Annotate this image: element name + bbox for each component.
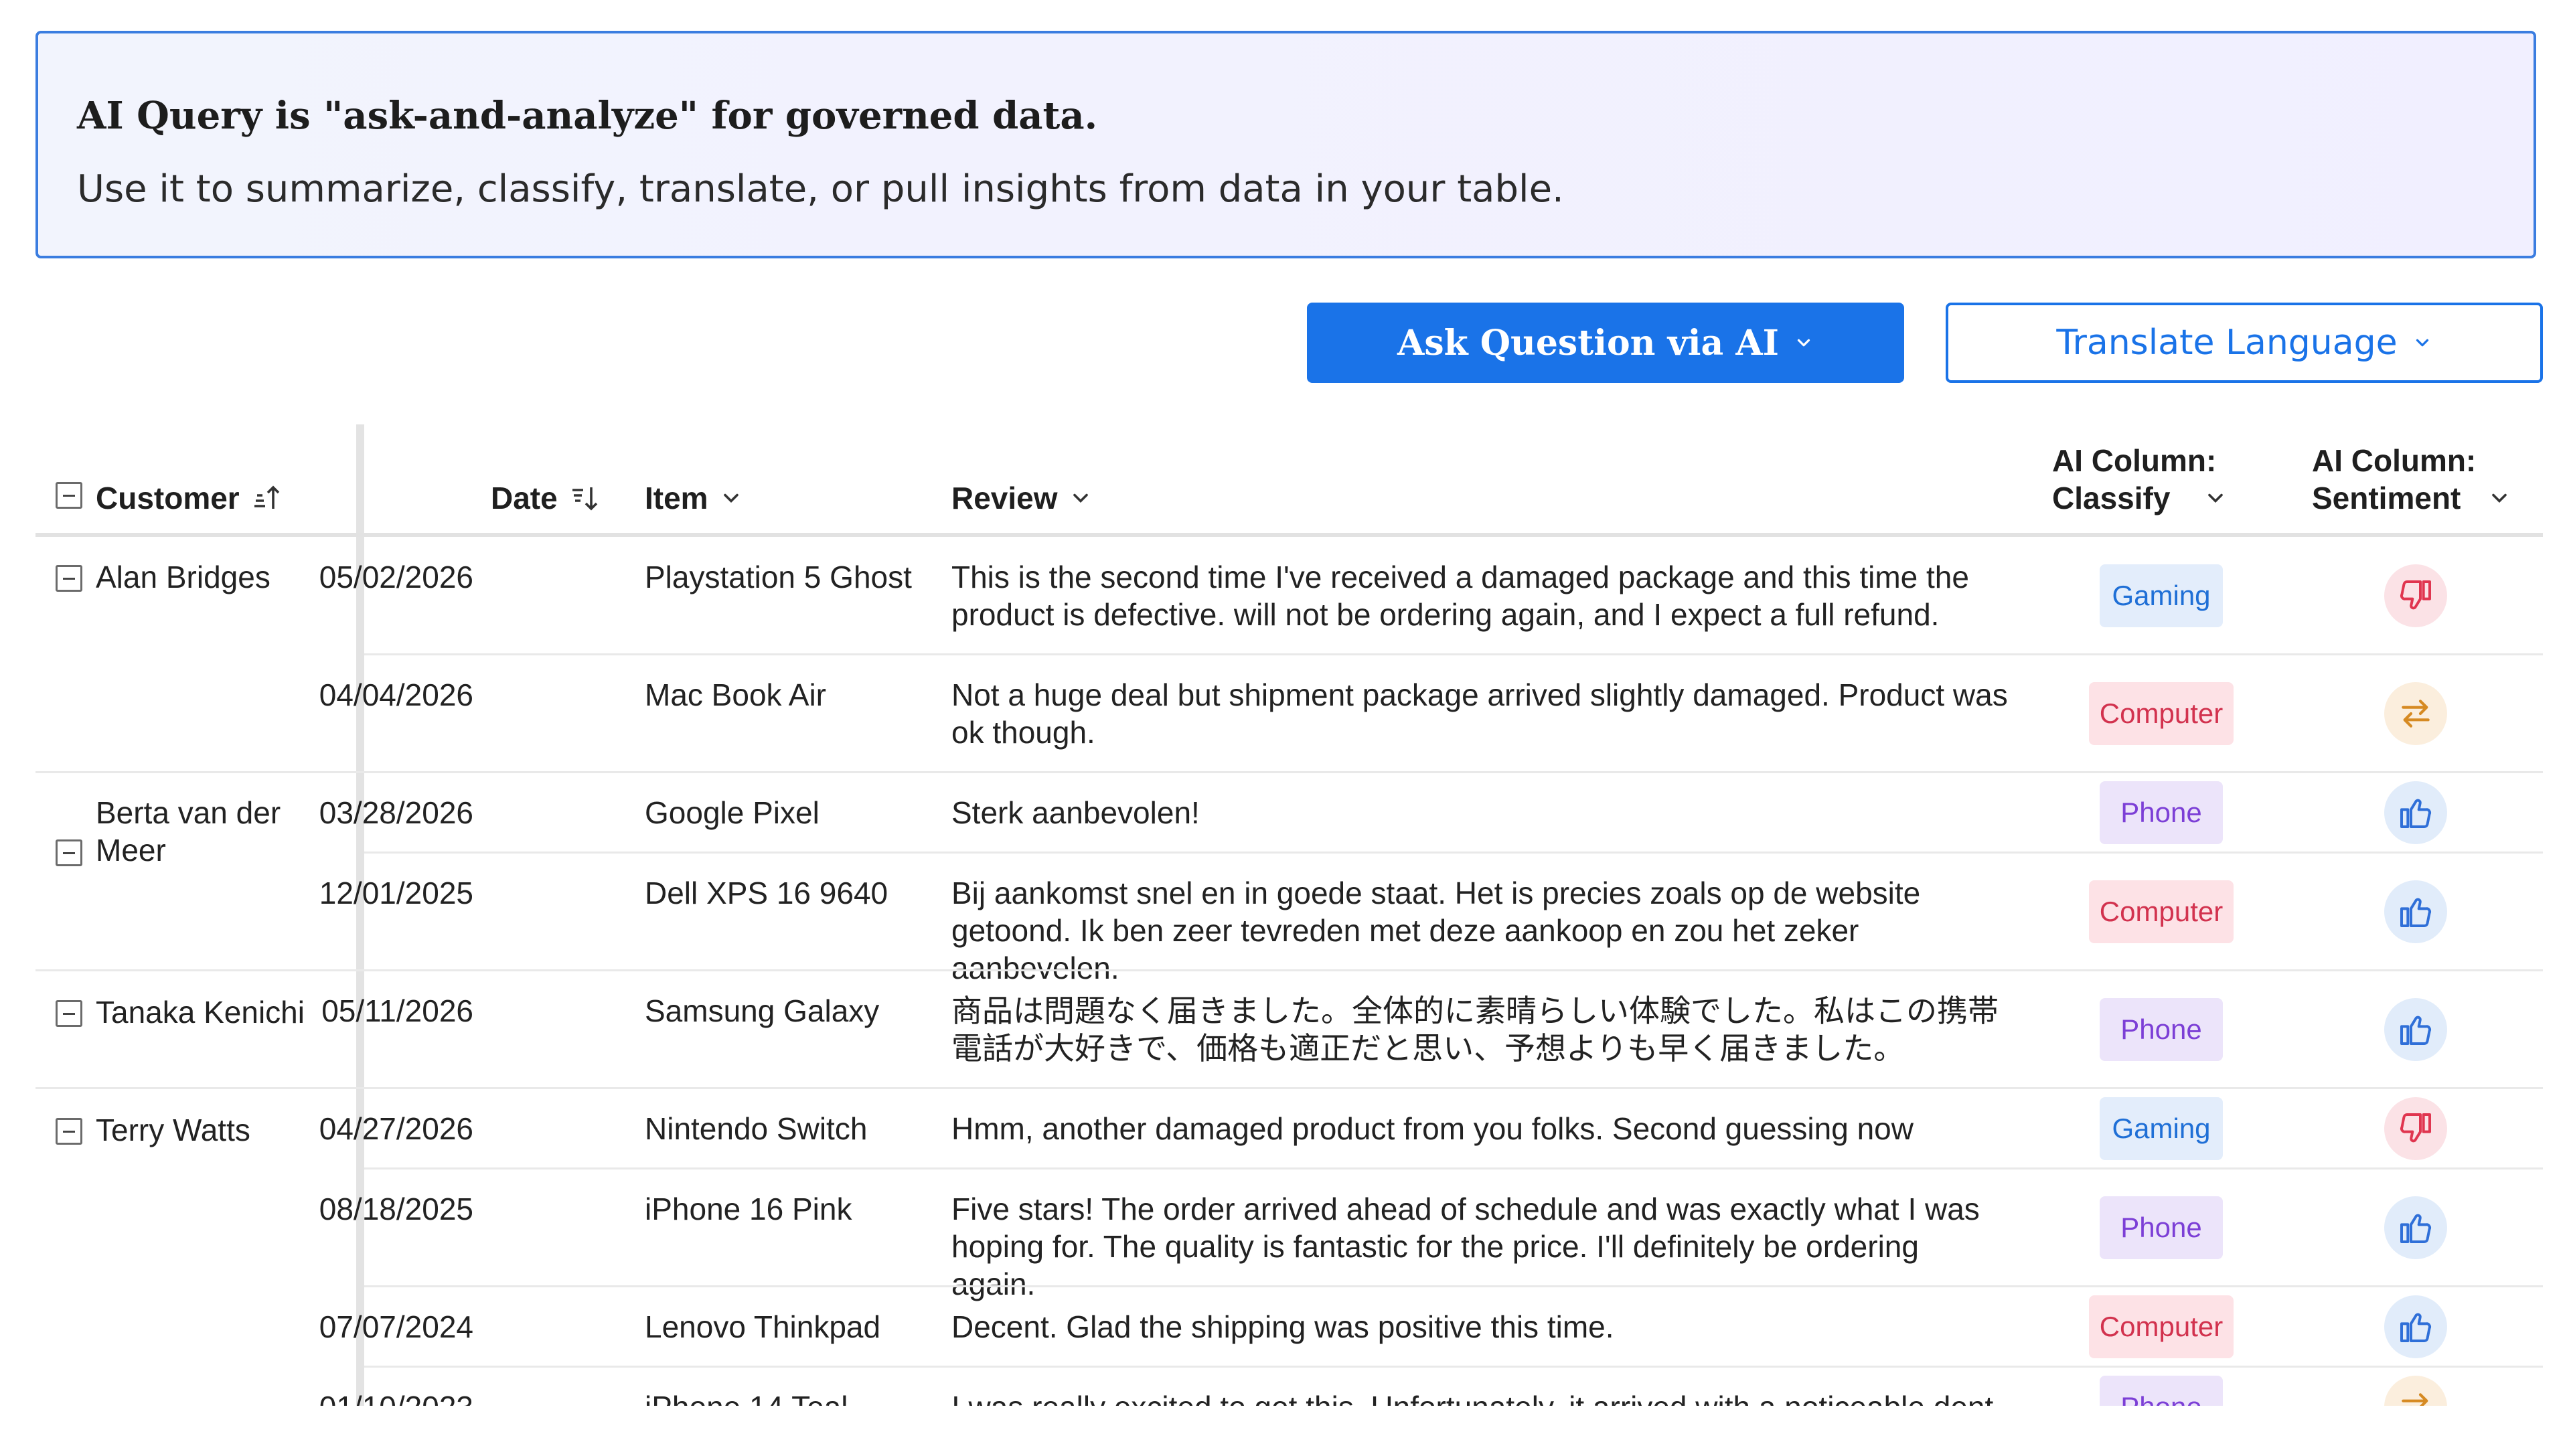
chevron-down-icon [2416,339,2428,347]
sort-ascending-icon[interactable] [250,482,283,514]
row-item: iPhone 16 Pink [645,1192,852,1226]
classify-chip: Phone [2100,781,2223,844]
sentiment-badge [2384,1196,2447,1259]
sentiment-badge [2384,998,2447,1061]
column-header-ai-classify[interactable]: AI Column: Classify [2052,442,2228,517]
row-date: 03/28/2026 [319,795,473,830]
row-review: This is the second time I've received a … [951,560,1969,632]
row-date: 08/18/2025 [319,1192,473,1226]
classify-chip: Phone [2100,1376,2223,1406]
column-header-ai-sentiment-line2: Sentiment [2312,481,2461,515]
column-header-item[interactable]: Item [645,479,743,517]
row-item: Mac Book Air [645,677,826,712]
row-date: 04/04/2026 [319,677,473,712]
row-divider [364,852,2543,854]
thumbs-up-icon [2400,1214,2431,1243]
thumbs-up-icon [2400,799,2431,828]
column-header-item-label: Item [645,481,708,515]
banner-text: Use it to summarize, classify, translate… [77,167,1564,211]
row-item: iPhone 14 Teal [645,1388,848,1406]
chevron-down-icon[interactable] [2487,486,2511,510]
classify-chip: Phone [2100,1196,2223,1259]
sentiment-badge [2384,880,2447,943]
group-customer-name: Tanaka Kenichi [96,995,305,1030]
column-header-ai-sentiment-line1: AI Column: [2312,443,2477,478]
group-collapse-toggle[interactable] [56,839,82,866]
row-review: Hmm, another damaged product from you fo… [951,1111,1914,1146]
translate-language-button[interactable]: Translate Language [1946,303,2543,383]
sentiment-badge [2384,1097,2447,1160]
column-header-ai-classify-line1: AI Column: [2052,443,2217,478]
row-item: Lenovo Thinkpad [645,1309,881,1344]
row-item: Google Pixel [645,795,820,830]
ask-question-button[interactable]: Ask Question via AI [1307,303,1904,383]
header-divider [35,533,2543,537]
row-date: 07/07/2024 [319,1309,473,1344]
reviews-grid: Customer Date Item Review AI Column: Cla… [35,424,2543,1406]
row-item: Dell XPS 16 9640 [645,876,888,910]
sort-descending-icon[interactable] [568,482,601,514]
column-header-customer[interactable]: Customer [96,479,283,517]
row-divider [364,1167,2543,1169]
chevron-down-icon[interactable] [719,486,743,510]
group-customer-name: Terry Watts [96,1113,250,1147]
thumbs-down-icon [2400,580,2431,610]
group-collapse-toggle[interactable] [56,1000,82,1027]
swap-arrows-icon [2402,1393,2428,1406]
group-divider [35,969,2543,971]
classify-chip: Computer [2089,682,2234,745]
sentiment-badge [2384,682,2447,745]
classify-chip: Gaming [2100,564,2223,627]
row-review: 商品は問題なく届きました。全体的に素晴らしい体験でした。私はこの携帯電話が大好き… [951,993,1999,1066]
group-divider [35,1087,2543,1089]
sentiment-badge [2384,1295,2447,1358]
swap-arrows-icon [2402,700,2430,728]
thumbs-up-icon [2400,898,2431,927]
column-header-date[interactable]: Date [491,479,601,517]
group-customer-name: Alan Bridges [96,560,270,594]
row-review: Decent. Glad the shipping was positive t… [951,1309,1614,1344]
column-header-review-label: Review [951,481,1058,515]
row-item: Playstation 5 Ghost [645,560,912,594]
thumbs-down-icon [2400,1113,2431,1143]
sentiment-badge [2384,781,2447,844]
row-review: Sterk aanbevolen! [951,795,1200,830]
classify-chip: Gaming [2100,1097,2223,1160]
chevron-down-icon[interactable] [2203,486,2228,510]
group-divider [35,771,2543,773]
row-item: Nintendo Switch [645,1111,868,1146]
info-banner: AI Query is "ask-and-analyze" for govern… [35,31,2536,258]
row-review: Not a huge deal but shipment package arr… [951,677,2008,750]
classify-chip: Computer [2089,880,2234,943]
sentiment-badge [2384,564,2447,627]
group-collapse-toggle[interactable] [56,1118,82,1145]
row-divider [364,1366,2543,1368]
column-header-customer-label: Customer [96,481,240,515]
classify-chip: Computer [2089,1295,2234,1358]
translate-language-label: Translate Language [2056,323,2398,363]
classify-chip: Phone [2100,998,2223,1061]
column-header-ai-classify-line2: Classify [2052,481,2171,515]
row-date: 01/10/2023 [299,1388,473,1406]
thumbs-up-icon [2400,1313,2431,1342]
row-date: 04/27/2026 [319,1111,473,1146]
row-review: I was really excited to get this. Unfort… [951,1388,2009,1406]
row-divider [364,1285,2543,1287]
row-date: 05/02/2026 [319,560,473,594]
ask-question-label: Ask Question via AI [1397,322,1780,363]
thumbs-up-icon [2400,1016,2431,1045]
row-date: 05/11/2026 [321,993,473,1028]
collapse-all-toggle[interactable] [56,482,82,509]
sentiment-badge [2384,1376,2447,1406]
banner-title: AI Query is "ask-and-analyze" for govern… [77,94,1098,138]
row-divider [364,653,2543,655]
chevron-down-icon[interactable] [1069,486,1093,510]
column-header-date-label: Date [491,481,558,515]
group-collapse-toggle[interactable] [56,565,82,592]
row-date: 12/01/2025 [319,876,473,910]
row-item: Samsung Galaxy [645,993,880,1028]
column-header-review[interactable]: Review [951,479,1093,517]
column-header-ai-sentiment[interactable]: AI Column: Sentiment [2312,442,2511,517]
chevron-down-icon [1797,339,1810,347]
